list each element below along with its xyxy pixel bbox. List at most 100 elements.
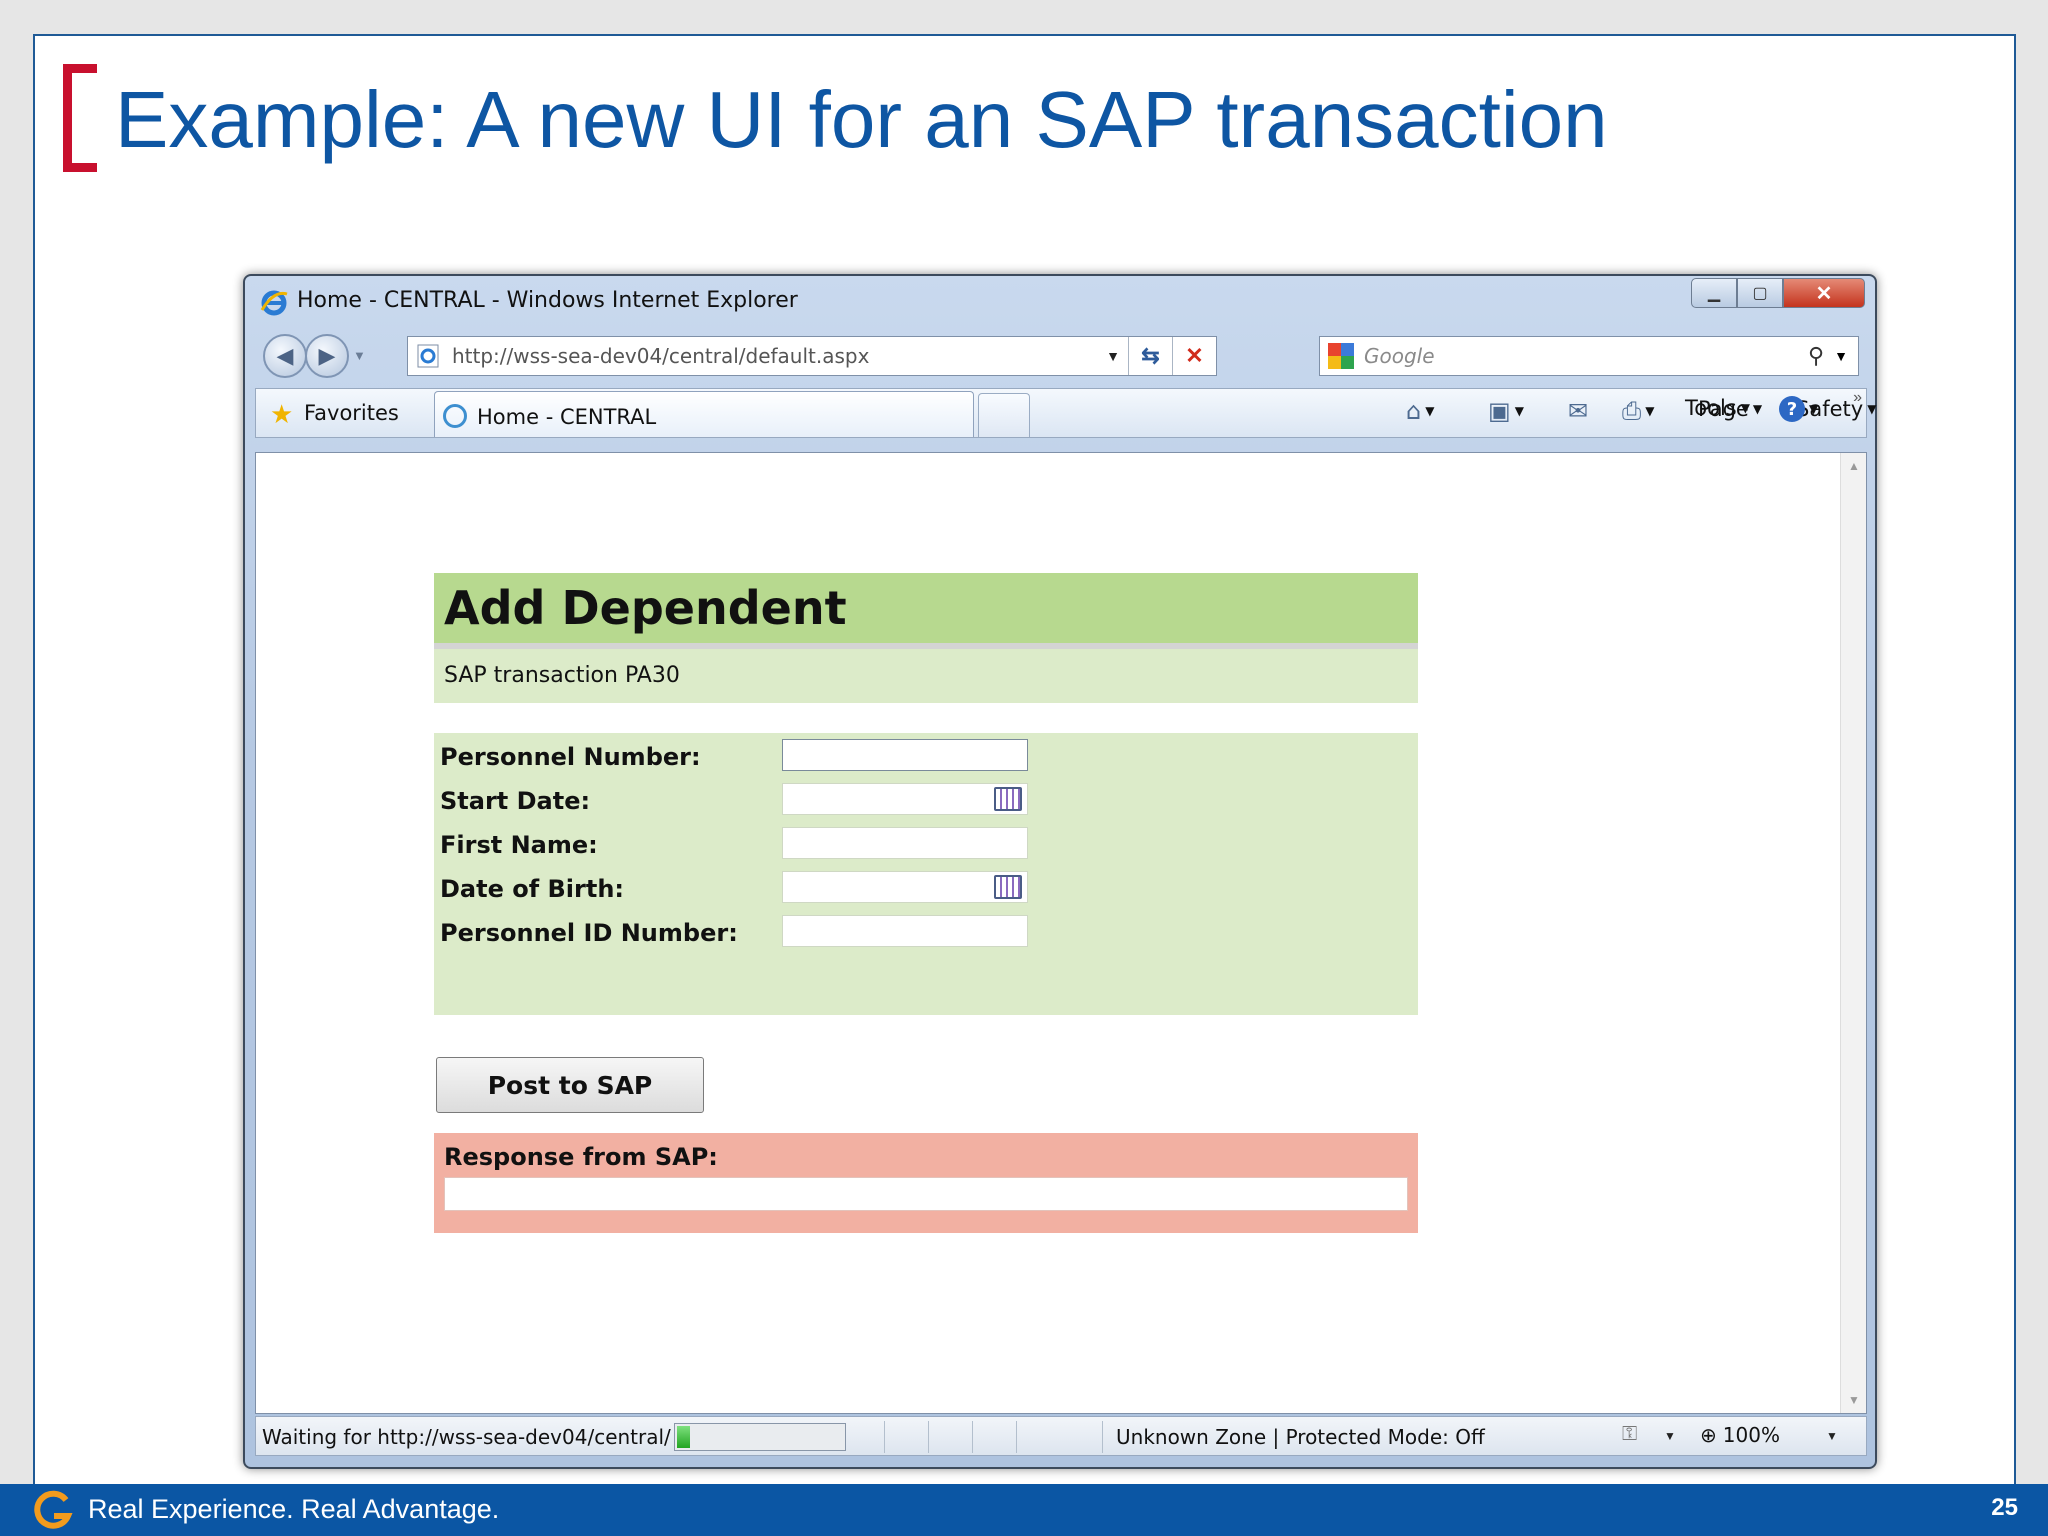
refresh-button[interactable]: ⇆ <box>1128 337 1172 375</box>
tab-home-central[interactable]: Home - CENTRAL <box>434 391 974 437</box>
back-button[interactable]: ◀ <box>263 334 307 378</box>
tools-menu-label: Tools <box>1685 396 1737 420</box>
scroll-down-icon[interactable]: ▼ <box>1848 1393 1860 1407</box>
back-icon: ◀ <box>276 343 294 368</box>
page-number: 25 <box>1991 1494 2018 1521</box>
feeds-icon: ▣ <box>1488 397 1511 425</box>
form-header: Add Dependent <box>434 573 1418 649</box>
field-row-personnel-number: Personnel Number: <box>434 737 1418 777</box>
search-icon[interactable]: ⚲ <box>1808 343 1824 369</box>
search-input[interactable]: Google <box>1364 344 1808 368</box>
first-name-input[interactable] <box>782 827 1028 859</box>
response-output <box>444 1177 1408 1211</box>
page-content: Add Dependent SAP transaction PA30 Perso… <box>255 452 1867 1414</box>
help-icon: ? <box>1779 396 1805 422</box>
company-logo-icon <box>34 1490 73 1529</box>
first-name-label: First Name: <box>440 831 598 859</box>
slide-title: Example: A new UI for an SAP transaction <box>115 75 1608 164</box>
calendar-icon[interactable] <box>994 787 1022 811</box>
response-label: Response from SAP: <box>444 1143 718 1171</box>
forward-button[interactable]: ▶ <box>305 334 349 378</box>
minimize-button[interactable]: ▁ <box>1691 278 1737 308</box>
home-icon: ⌂ <box>1406 397 1422 425</box>
print-button[interactable]: ⎙ ▼ <box>1622 397 1654 425</box>
status-divider <box>972 1421 973 1453</box>
ie-logo-icon <box>260 290 288 316</box>
field-row-first-name: First Name: <box>434 825 1418 865</box>
field-row-start-date: Start Date: <box>434 781 1418 821</box>
command-bar: ★ Favorites Home - CENTRAL ⌂ ▼ ▣ ▼ ✉ ⎙ ▼ Pa… <box>255 388 1876 438</box>
field-row-date-of-birth: Date of Birth: <box>434 869 1418 909</box>
maximize-button[interactable]: ▢ <box>1737 278 1783 308</box>
post-to-sap-button[interactable]: Post to SAP <box>436 1057 704 1113</box>
zoom-control[interactable]: ⊕ 100% <box>1700 1423 1780 1447</box>
start-date-input[interactable] <box>782 783 1028 815</box>
more-commands-icon[interactable]: » <box>1853 389 1862 407</box>
slide-footer: Real Experience. Real Advantage. 25 <box>0 1484 2048 1536</box>
browser-window: Home - CENTRAL - Windows Internet Explor… <box>243 274 1877 1469</box>
window-controls: ▁ ▢ ✕ <box>1691 278 1865 308</box>
title-bracket-decoration <box>63 64 97 172</box>
google-icon <box>1328 343 1354 369</box>
personnel-id-number-label: Personnel ID Number: <box>440 919 738 947</box>
personnel-id-number-input[interactable] <box>782 915 1028 947</box>
status-bar: Waiting for http://wss-sea-dev04/central… <box>255 1416 1867 1456</box>
zoom-level: 100% <box>1722 1423 1780 1447</box>
page-icon <box>417 344 439 368</box>
zoom-icon: ⊕ <box>1700 1423 1717 1447</box>
personnel-number-input[interactable] <box>782 739 1028 771</box>
date-of-birth-label: Date of Birth: <box>440 875 625 903</box>
navigation-bar: ◀ ▶ ▼ http://wss-sea-dev04/central/defau… <box>245 332 1875 380</box>
status-divider <box>1016 1421 1017 1453</box>
tools-menu[interactable]: Tools ▼ <box>1685 396 1750 420</box>
tab-label: Home - CENTRAL <box>477 405 657 429</box>
security-zone[interactable]: Unknown Zone | Protected Mode: Off <box>1116 1425 1485 1449</box>
recent-pages-dropdown[interactable]: ▼ <box>353 348 366 363</box>
protected-mode-icon[interactable]: ⚿ <box>1622 1423 1637 1446</box>
stop-button[interactable]: ✕ <box>1172 337 1216 375</box>
form-subtitle: SAP transaction PA30 <box>444 663 680 688</box>
footer-tagline: Real Experience. Real Advantage. <box>88 1494 500 1524</box>
refresh-icon: ⇆ <box>1141 343 1160 368</box>
window-title: Home - CENTRAL - Windows Internet Explor… <box>297 288 798 313</box>
favorites-button[interactable]: Favorites <box>304 401 399 425</box>
progress-fill <box>677 1426 690 1448</box>
date-of-birth-input[interactable] <box>782 871 1028 903</box>
home-button[interactable]: ⌂ ▼ <box>1406 397 1434 425</box>
address-bar[interactable]: http://wss-sea-dev04/central/default.asp… <box>407 336 1217 376</box>
vertical-scrollbar[interactable]: ▲ ▼ <box>1840 453 1866 1413</box>
read-mail-icon: ✉ <box>1568 397 1589 425</box>
favorites-star-icon[interactable]: ★ <box>270 399 293 430</box>
field-row-personnel-id-number: Personnel ID Number: <box>434 913 1418 953</box>
status-divider <box>884 1421 885 1453</box>
status-divider <box>928 1421 929 1453</box>
new-tab-button[interactable] <box>978 393 1030 437</box>
search-options-dropdown-icon[interactable]: ▼ <box>1834 348 1848 364</box>
form-subtitle-bar: SAP transaction PA30 <box>434 649 1418 703</box>
close-button[interactable]: ✕ <box>1783 278 1865 308</box>
loading-progress-bar <box>674 1423 846 1451</box>
response-panel: Response from SAP: <box>434 1133 1418 1233</box>
window-titlebar: Home - CENTRAL - Windows Internet Explor… <box>245 276 1875 326</box>
status-text: Waiting for http://wss-sea-dev04/central… <box>262 1425 671 1449</box>
protected-mode-dropdown-icon[interactable]: ▼ <box>1664 1429 1676 1443</box>
form-fields: Personnel Number: Start Date: First Name… <box>434 733 1418 1015</box>
loading-icon <box>443 404 467 428</box>
status-divider <box>1102 1421 1103 1453</box>
stop-icon: ✕ <box>1185 343 1204 368</box>
help-menu[interactable]: ? ▼ <box>1779 396 1818 422</box>
forward-icon: ▶ <box>318 343 336 368</box>
read-mail-button[interactable]: ✉ <box>1568 397 1588 425</box>
address-input[interactable]: http://wss-sea-dev04/central/default.asp… <box>452 344 1098 368</box>
scroll-up-icon[interactable]: ▲ <box>1848 459 1860 473</box>
address-dropdown-icon[interactable]: ▼ <box>1098 348 1128 364</box>
zoom-dropdown-icon[interactable]: ▼ <box>1826 1429 1838 1443</box>
feeds-button[interactable]: ▣ ▼ <box>1488 397 1524 425</box>
search-box[interactable]: Google ⚲ ▼ <box>1319 336 1859 376</box>
print-icon: ⎙ <box>1622 397 1642 425</box>
slide: Example: A new UI for an SAP transaction… <box>33 34 2016 1484</box>
personnel-number-label: Personnel Number: <box>440 743 701 771</box>
form-title: Add Dependent <box>444 581 847 635</box>
start-date-label: Start Date: <box>440 787 591 815</box>
calendar-icon[interactable] <box>994 875 1022 899</box>
